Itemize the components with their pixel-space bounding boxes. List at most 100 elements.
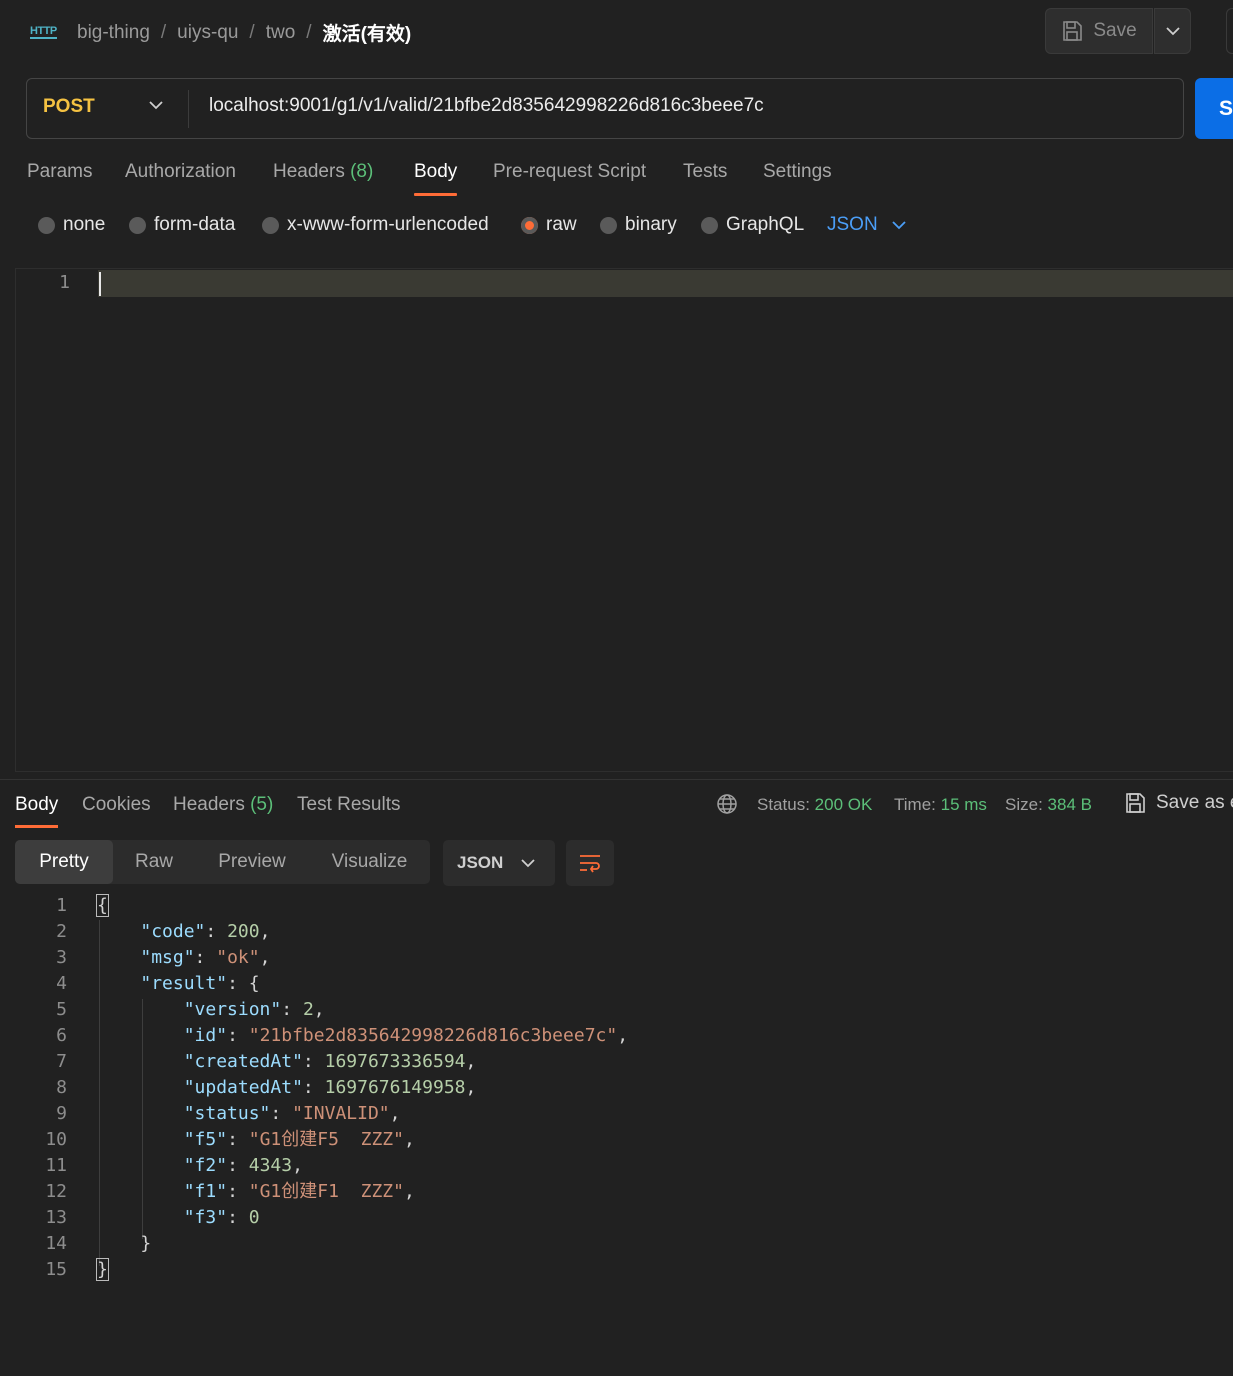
radio-urlencoded[interactable]: x-www-form-urlencoded	[262, 214, 489, 236]
json-string: "G1创建F1 ZZZ"	[248, 1181, 404, 1202]
view-visualize[interactable]: Visualize	[309, 840, 430, 884]
json-key: "f3"	[183, 1207, 228, 1228]
tab-tests[interactable]: Tests	[683, 161, 727, 183]
breadcrumb-folder[interactable]: uiys-qu	[177, 22, 238, 44]
view-raw[interactable]: Raw	[113, 840, 195, 884]
tab-params[interactable]: Params	[27, 161, 92, 183]
json-number: 1697676149958	[324, 1077, 466, 1098]
line-number: 8	[56, 1077, 67, 1098]
line-number: 7	[56, 1051, 67, 1072]
active-tab-indicator	[414, 193, 457, 196]
tab-headers-label: Headers	[273, 161, 345, 182]
chevron-down-icon[interactable]	[148, 99, 164, 111]
response-tab-cookies[interactable]: Cookies	[82, 794, 151, 816]
json-brace: {	[96, 894, 109, 917]
pane-divider[interactable]	[0, 779, 1233, 780]
active-line-highlight	[98, 270, 1233, 297]
time-value: 15 ms	[940, 795, 987, 814]
json-key: "createdAt"	[183, 1051, 303, 1072]
json-number: 200	[227, 921, 260, 942]
line-number: 14	[45, 1233, 67, 1254]
divider	[188, 90, 189, 128]
url-input[interactable]	[209, 95, 1169, 117]
tab-authorization[interactable]: Authorization	[125, 161, 236, 183]
response-status[interactable]: Status: 200 OK	[757, 795, 872, 815]
breadcrumb-separator: /	[160, 21, 167, 43]
line-number: 3	[56, 947, 67, 968]
radio-label: none	[63, 214, 106, 235]
line-number: 11	[45, 1155, 67, 1176]
breadcrumb-separator: /	[249, 21, 255, 43]
json-number: 1697673336594	[324, 1051, 466, 1072]
radio-label: GraphQL	[726, 214, 805, 235]
save-as-example-button[interactable]: Save as e	[1124, 792, 1233, 814]
breadcrumb-separator: /	[306, 21, 312, 43]
json-key: "status"	[183, 1103, 271, 1124]
tab-prerequest-script[interactable]: Pre-request Script	[493, 161, 646, 183]
format-label: JSON	[457, 853, 504, 872]
view-preview[interactable]: Preview	[195, 840, 309, 884]
response-tab-body[interactable]: Body	[15, 794, 58, 816]
tab-body[interactable]: Body	[414, 161, 457, 183]
radio-form-data[interactable]: form-data	[129, 214, 235, 236]
save-button[interactable]: Save	[1045, 8, 1153, 54]
headers-count: (8)	[350, 161, 374, 182]
response-time[interactable]: Time: 15 ms	[894, 795, 987, 815]
language-label: JSON	[827, 214, 878, 235]
text-cursor	[99, 272, 101, 296]
status-label: Status:	[757, 795, 810, 814]
json-key: "f5"	[183, 1129, 228, 1150]
response-tab-test-results[interactable]: Test Results	[297, 794, 400, 816]
method-select[interactable]: POST	[43, 96, 95, 118]
status-value: 200 OK	[814, 795, 873, 814]
breadcrumb-subfolder[interactable]: two	[266, 22, 296, 44]
breadcrumb-collection[interactable]: big-thing	[77, 22, 150, 44]
share-button[interactable]	[1226, 8, 1233, 54]
line-number: 15	[45, 1259, 67, 1280]
size-value: 384 B	[1047, 795, 1092, 814]
save-options-dropdown[interactable]	[1154, 8, 1191, 54]
response-format-select[interactable]: JSON	[443, 840, 555, 886]
radio-none[interactable]: none	[38, 214, 105, 236]
body-language-select[interactable]: JSON	[827, 214, 906, 236]
json-string: "21bfbe2d835642998226d816c3beee7c"	[248, 1025, 618, 1046]
send-button[interactable]: S	[1195, 78, 1233, 139]
radio-graphql[interactable]: GraphQL	[701, 214, 804, 236]
tab-settings[interactable]: Settings	[763, 161, 832, 183]
radio-label: binary	[625, 214, 677, 235]
breadcrumb: big-thing / uiys-qu / two / 激活(有效)	[77, 19, 411, 46]
request-name[interactable]: 激活(有效)	[323, 19, 412, 46]
line-number: 1	[59, 272, 70, 293]
line-number-gutter: 1 2 3 4 5 6 7 8 9 10 11 12 13 14 15	[37, 893, 67, 1283]
line-number: 9	[56, 1103, 67, 1124]
globe-icon[interactable]	[716, 793, 738, 815]
radio-indicator	[38, 216, 55, 234]
view-mode-group: Pretty Raw Preview Visualize	[15, 840, 430, 884]
radio-indicator-selected	[521, 216, 538, 234]
json-string: "ok"	[216, 947, 260, 968]
radio-label: raw	[546, 214, 577, 235]
chevron-down-icon	[521, 859, 535, 868]
active-tab-indicator	[15, 825, 58, 828]
wrap-icon	[580, 855, 600, 873]
response-tab-headers[interactable]: Headers (5)	[173, 794, 273, 816]
tab-headers[interactable]: Headers (8)	[273, 161, 373, 183]
json-string: "INVALID"	[292, 1103, 390, 1124]
save-label: Save	[1093, 20, 1137, 41]
wrap-lines-button[interactable]	[566, 840, 614, 886]
line-number: 6	[56, 1025, 67, 1046]
radio-raw[interactable]: raw	[521, 214, 577, 236]
response-size[interactable]: Size: 384 B	[1005, 795, 1092, 815]
radio-binary[interactable]: binary	[600, 214, 677, 236]
request-body-editor[interactable]	[15, 268, 1233, 772]
view-pretty[interactable]: Pretty	[15, 840, 113, 884]
radio-label: x-www-form-urlencoded	[287, 214, 489, 235]
save-icon	[1126, 793, 1145, 813]
response-headers-label: Headers	[173, 794, 245, 815]
radio-indicator	[129, 216, 146, 234]
json-number: 4343	[248, 1155, 293, 1176]
response-body-viewer[interactable]: { "code": 200, "msg": "ok", "result": { …	[96, 893, 628, 1283]
line-number: 10	[45, 1129, 67, 1150]
size-label: Size:	[1005, 795, 1043, 814]
json-key: "f1"	[183, 1181, 228, 1202]
